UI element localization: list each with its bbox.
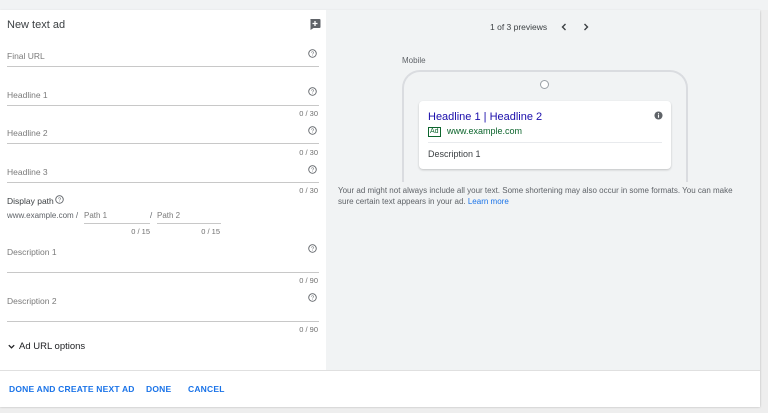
ad-separator (428, 142, 662, 143)
description1-field[interactable]: Description 1 (7, 247, 57, 257)
help-icon[interactable]: ? (308, 126, 317, 135)
done-and-create-next-ad-button[interactable]: DONE AND CREATE NEXT AD (9, 384, 135, 394)
path2-prefix: / (150, 211, 153, 220)
ad-description: Description 1 (428, 149, 481, 159)
headline1-underline (7, 105, 319, 106)
footer-actions: DONE AND CREATE NEXT AD DONE CANCEL (0, 370, 760, 407)
device-label: Mobile (402, 56, 426, 65)
path1-input[interactable]: Path 1 (84, 211, 149, 220)
headline3-field[interactable]: Headline 3 (7, 167, 48, 177)
description2-field[interactable]: Description 2 (7, 296, 57, 306)
headline1-field[interactable]: Headline 1 (7, 90, 48, 100)
path1-underline (84, 223, 150, 224)
phone-camera (540, 80, 549, 89)
path2-counter: 0 / 15 (201, 227, 220, 236)
preview-counter: 1 of 3 previews (490, 22, 548, 32)
help-icon[interactable]: ? (308, 49, 317, 58)
description2-underline (7, 321, 319, 322)
headline2-underline (7, 143, 319, 144)
add-ad-icon[interactable] (309, 18, 321, 30)
help-icon[interactable]: ? (308, 165, 317, 174)
help-icon[interactable]: ? (308, 244, 317, 253)
panel-title: New text ad (7, 19, 66, 31)
chevron-down-icon (8, 344, 15, 349)
chevron-right-icon[interactable] (581, 22, 591, 32)
description2-counter: 0 / 90 (299, 325, 318, 334)
ad-preview-panel: 1 of 3 previews Mobile Headline 1 | Head… (326, 10, 760, 370)
preview-disclaimer: Your ad might not always include all you… (338, 185, 748, 207)
description1-counter: 0 / 90 (299, 276, 318, 285)
chevron-left-icon[interactable] (559, 22, 569, 32)
learn-more-link[interactable]: Learn more (468, 197, 509, 206)
final-url-underline (7, 66, 319, 67)
phone-frame: Headline 1 | Headline 2 Ad www.example.c… (402, 70, 688, 182)
final-url-field[interactable]: Final URL (7, 51, 45, 61)
help-icon[interactable]: ? (55, 195, 64, 204)
ad-editor-card: New text ad Final URL ? Headline 1 ? 0 /… (0, 10, 760, 407)
path1-counter: 0 / 15 (131, 227, 150, 236)
ad-preview-card: Headline 1 | Headline 2 Ad www.example.c… (419, 101, 671, 169)
cancel-button[interactable]: CANCEL (188, 384, 225, 394)
path2-input[interactable]: Path 2 (157, 211, 222, 220)
display-path-label: Display path (7, 196, 54, 206)
ad-url-options-toggle[interactable]: Ad URL options (7, 341, 85, 352)
headline2-field[interactable]: Headline 2 (7, 128, 48, 138)
done-button[interactable]: DONE (146, 384, 171, 394)
preview-navigation: 1 of 3 previews (490, 22, 591, 32)
top-band (0, 0, 768, 10)
help-icon[interactable]: ? (308, 293, 317, 302)
ad-headline: Headline 1 | Headline 2 (428, 111, 543, 123)
ad-form-panel: New text ad Final URL ? Headline 1 ? 0 /… (0, 10, 326, 370)
headline3-counter: 0 / 30 (299, 186, 318, 195)
info-icon[interactable] (654, 111, 663, 120)
description1-underline (7, 272, 319, 273)
path2-underline (157, 223, 221, 224)
help-icon[interactable]: ? (308, 87, 317, 96)
disclaimer-text: Your ad might not always include all you… (338, 186, 733, 206)
headline3-underline (7, 182, 319, 183)
headline2-counter: 0 / 30 (299, 148, 318, 157)
ad-display-url: www.example.com (447, 126, 523, 136)
ad-badge: Ad (428, 127, 441, 137)
ad-url-options-label: Ad URL options (19, 341, 86, 352)
headline1-counter: 0 / 30 (299, 109, 318, 118)
display-path-base: www.example.com / (7, 211, 79, 220)
